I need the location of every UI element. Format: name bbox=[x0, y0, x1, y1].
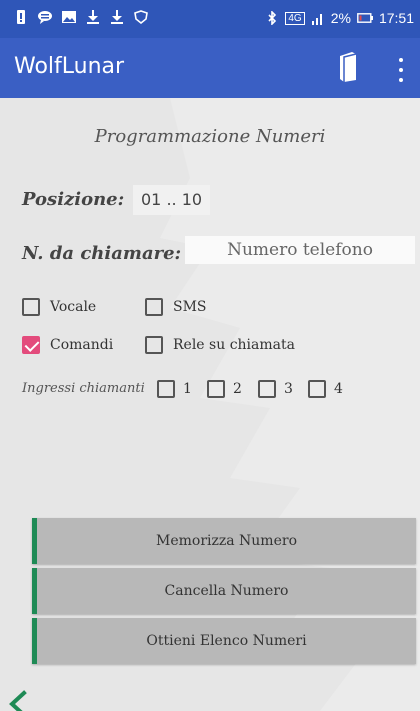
app-title: WolfLunar bbox=[14, 54, 125, 79]
rele-checkbox[interactable] bbox=[145, 336, 163, 354]
alert-icon bbox=[17, 10, 25, 24]
checkbox-rele[interactable]: Rele su chiamata bbox=[145, 336, 295, 354]
message-icon bbox=[38, 11, 52, 24]
image-icon bbox=[62, 11, 76, 23]
checkbox-sms[interactable]: SMS bbox=[145, 298, 207, 316]
bluetooth-icon bbox=[268, 11, 277, 25]
position-label: Posizione: bbox=[22, 189, 125, 210]
main-content: Programmazione Numeri Posizione: 01 .. 1… bbox=[0, 98, 420, 711]
sms-checkbox[interactable] bbox=[145, 298, 163, 316]
ingresso-1-label: 1 bbox=[183, 381, 192, 397]
download-icon bbox=[87, 10, 99, 24]
ingresso-4[interactable]: 4 bbox=[308, 380, 343, 398]
ingresso-3-label: 3 bbox=[284, 381, 293, 397]
book-icon[interactable] bbox=[338, 52, 358, 82]
ingresso-2-label: 2 bbox=[233, 381, 242, 397]
get-number-list-button[interactable]: Ottieni Elenco Numeri bbox=[32, 618, 416, 664]
vocale-label: Vocale bbox=[50, 299, 97, 315]
comandi-checkbox[interactable] bbox=[22, 336, 40, 354]
battery-icon bbox=[357, 13, 373, 23]
ingresso-1-checkbox[interactable] bbox=[157, 380, 175, 398]
vocale-checkbox[interactable] bbox=[22, 298, 40, 316]
comandi-label: Comandi bbox=[50, 337, 114, 353]
sms-label: SMS bbox=[173, 299, 207, 315]
status-time: 17:51 bbox=[378, 10, 414, 26]
ingresso-3[interactable]: 3 bbox=[258, 380, 293, 398]
checkbox-comandi[interactable]: Comandi bbox=[22, 336, 113, 354]
rele-label: Rele su chiamata bbox=[173, 337, 295, 353]
battery-percent: 2% bbox=[330, 10, 351, 26]
phone-number-input[interactable] bbox=[185, 236, 415, 264]
status-icons-right: 4G 2% 17:51 bbox=[265, 10, 414, 26]
app-bar: WolfLunar bbox=[0, 38, 420, 98]
ingresso-1[interactable]: 1 bbox=[157, 380, 192, 398]
delete-number-button[interactable]: Cancella Numero bbox=[32, 568, 416, 614]
ingresso-3-checkbox[interactable] bbox=[258, 380, 276, 398]
ingresso-4-checkbox[interactable] bbox=[308, 380, 326, 398]
signal-icon bbox=[311, 14, 322, 25]
position-selector[interactable]: 01 .. 10 bbox=[133, 185, 211, 215]
ingressi-label: Ingressi chiamanti bbox=[22, 381, 145, 396]
page-title: Programmazione Numeri bbox=[94, 126, 326, 147]
number-label: N. da chiamare: bbox=[22, 243, 182, 264]
ingresso-2-checkbox[interactable] bbox=[207, 380, 225, 398]
ingresso-2[interactable]: 2 bbox=[207, 380, 242, 398]
status-icons-left bbox=[14, 10, 148, 24]
checkbox-vocale[interactable]: Vocale bbox=[22, 298, 96, 316]
overflow-menu-icon[interactable] bbox=[396, 58, 406, 82]
memorize-number-button[interactable]: Memorizza Numero bbox=[32, 518, 416, 564]
ingresso-4-label: 4 bbox=[334, 381, 343, 397]
back-arrow-icon[interactable] bbox=[6, 690, 30, 711]
download-icon bbox=[111, 10, 123, 24]
shield-icon bbox=[134, 10, 148, 24]
status-bar: 4G 2% 17:51 bbox=[0, 0, 420, 38]
network-type: 4G bbox=[285, 11, 305, 25]
